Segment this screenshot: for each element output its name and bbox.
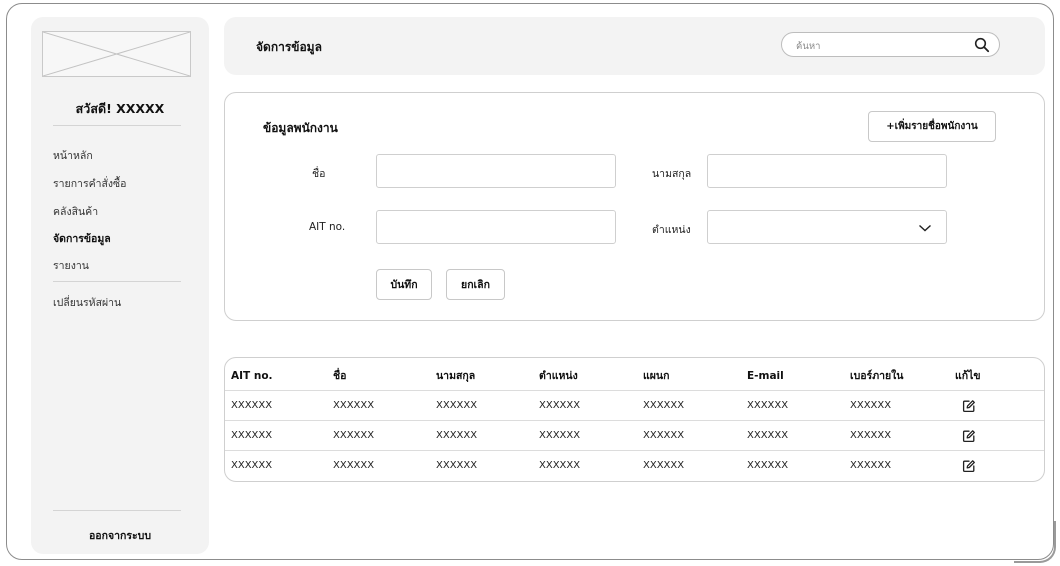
last-name-field[interactable] — [707, 154, 947, 188]
search-input[interactable] — [794, 37, 958, 55]
last-name-label: นามสกุล — [652, 168, 692, 180]
logout-button[interactable]: ออกจากระบบ — [31, 527, 209, 544]
column-header: แก้ไข — [955, 370, 981, 382]
edit-icon[interactable] — [962, 459, 976, 473]
first-name-label: ชื่อ — [312, 168, 326, 180]
topbar: จัดการข้อมูล — [224, 17, 1045, 75]
table-row: XXXXXX XXXXXX XXXXXX XXXXXX XXXXXX XXXXX… — [225, 421, 1044, 451]
sidebar-item-home[interactable]: หน้าหลัก — [53, 147, 93, 164]
table-header-row: AIT no. ชื่อ นามสกุล ตำแหน่ง แผนก E-mail… — [225, 361, 1044, 391]
position-label: ตำแหน่ง — [652, 224, 691, 236]
table-cell: XXXXXX — [333, 430, 375, 441]
first-name-field[interactable] — [376, 154, 616, 188]
table-cell: XXXXXX — [747, 460, 789, 471]
table-cell: XXXXXX — [333, 460, 375, 471]
edit-icon[interactable] — [962, 399, 976, 413]
table-cell: XXXXXX — [539, 460, 581, 471]
table-cell: XXXXXX — [539, 430, 581, 441]
ait-no-label: AIT no. — [309, 221, 346, 233]
table-cell: XXXXXX — [850, 430, 892, 441]
sidebar-item-change-password[interactable]: เปลี่ยนรหัสผ่าน — [53, 294, 121, 311]
table-cell: XXXXXX — [643, 430, 685, 441]
table-cell: XXXXXX — [850, 460, 892, 471]
ait-no-field[interactable] — [376, 210, 616, 244]
employee-table: AIT no. ชื่อ นามสกุล ตำแหน่ง แผนก E-mail… — [224, 357, 1045, 482]
column-header: แผนก — [643, 370, 670, 382]
column-header: ตำแหน่ง — [539, 370, 578, 382]
table-cell: XXXXXX — [231, 400, 273, 411]
column-header: เบอร์ภายใน — [850, 370, 904, 382]
table-cell: XXXXXX — [333, 400, 375, 411]
column-header: AIT no. — [231, 370, 273, 382]
divider — [53, 125, 181, 126]
employee-form-card: ข้อมูลพนักงาน +เพิ่มรายชื่อพนักงาน ชื่อ … — [224, 92, 1045, 321]
sidebar-item-inventory[interactable]: คลังสินค้า — [53, 203, 98, 220]
edit-icon[interactable] — [962, 429, 976, 443]
column-header: นามสกุล — [436, 370, 476, 382]
chevron-down-icon — [919, 224, 931, 232]
table-cell: XXXXXX — [231, 430, 273, 441]
table-cell: XXXXXX — [747, 430, 789, 441]
table-row: XXXXXX XXXXXX XXXXXX XXXXXX XXXXXX XXXXX… — [225, 391, 1044, 421]
section-title: ข้อมูลพนักงาน — [263, 121, 338, 135]
table-cell: XXXXXX — [747, 400, 789, 411]
page-title: จัดการข้อมูล — [256, 40, 322, 54]
table-cell: XXXXXX — [436, 400, 478, 411]
sidebar-item-data-management[interactable]: จัดการข้อมูล — [53, 230, 111, 247]
sidebar: สวัสดี! XXXXX หน้าหลัก รายการคำสั่งซื้อ … — [31, 17, 209, 554]
logo-placeholder — [42, 31, 191, 77]
table-cell: XXXXXX — [231, 460, 273, 471]
sidebar-item-reports[interactable]: รายงาน — [53, 257, 89, 274]
table-cell: XXXXXX — [643, 460, 685, 471]
table-cell: XXXXXX — [850, 400, 892, 411]
table-cell: XXXXXX — [436, 430, 478, 441]
save-button[interactable]: บันทึก — [376, 269, 432, 300]
divider — [53, 281, 181, 282]
table-cell: XXXXXX — [436, 460, 478, 471]
cancel-button[interactable]: ยกเลิก — [446, 269, 505, 300]
search-icon[interactable] — [974, 37, 990, 53]
position-select[interactable] — [707, 210, 947, 244]
table-cell: XXXXXX — [643, 400, 685, 411]
divider — [53, 510, 181, 511]
table-row: XXXXXX XXXXXX XXXXXX XXXXXX XXXXXX XXXXX… — [225, 451, 1044, 481]
table-cell: XXXXXX — [539, 400, 581, 411]
greeting: สวัสดี! XXXXX — [75, 101, 165, 116]
sidebar-item-orders[interactable]: รายการคำสั่งซื้อ — [53, 175, 126, 192]
search-box — [781, 32, 1000, 57]
column-header: E-mail — [747, 370, 784, 382]
add-employee-button[interactable]: +เพิ่มรายชื่อพนักงาน — [868, 111, 996, 142]
column-header: ชื่อ — [333, 370, 347, 382]
